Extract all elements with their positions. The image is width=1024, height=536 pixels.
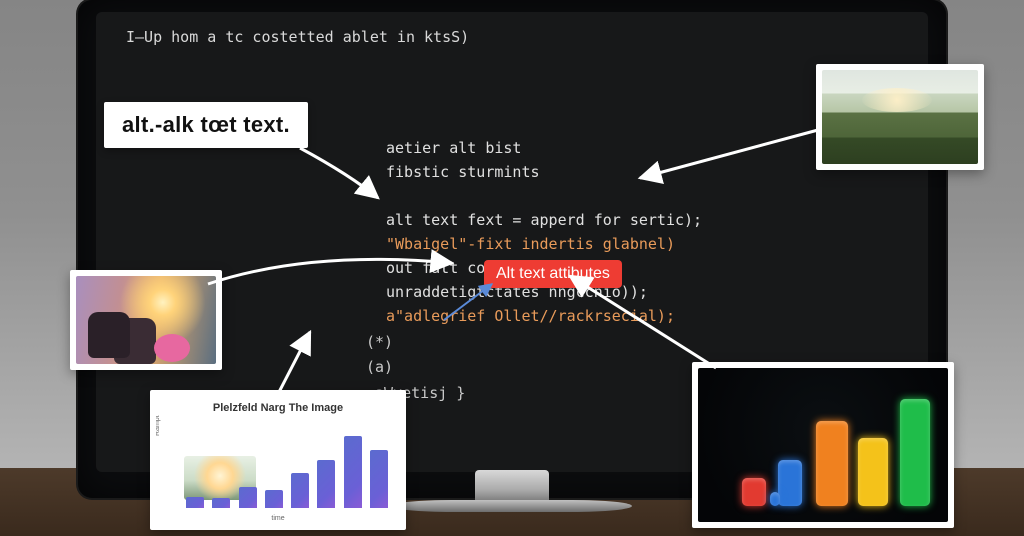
scene: I–Up hom a tc costetted ablet in ktsS) a… — [0, 0, 1024, 536]
monitor-stand-neck — [475, 470, 549, 504]
chart-bar — [212, 498, 230, 508]
neon-bar — [816, 421, 848, 506]
thumbnail-landscape-image — [822, 70, 978, 164]
code-line: (a) — [366, 358, 393, 376]
neon-bar — [858, 438, 888, 506]
neon-bar — [778, 460, 802, 506]
chart-bar — [186, 497, 204, 508]
chart-plot-area — [180, 424, 390, 508]
chart-bar — [370, 450, 388, 508]
code-block-upper: aetier alt bist fibstic sturmints alt te… — [386, 112, 702, 328]
chart-bar — [239, 487, 257, 508]
thumbnail-landscape — [816, 64, 984, 170]
neon-bar — [900, 399, 930, 506]
bar-chart-light: Plelzfeld Narg The Image Rampt time — [156, 396, 400, 524]
silhouette-icon — [88, 312, 130, 358]
code-line: fibstic sturmints — [386, 163, 540, 181]
chart-bar — [291, 473, 309, 508]
neon-bar — [742, 478, 766, 506]
thumbnail-bar-chart-dark — [692, 362, 954, 528]
alt-text-attributes-badge: Alt text attibutes — [484, 260, 622, 288]
code-line: aetier alt bist — [386, 139, 521, 157]
code-line: "Wbaigel"-fixt indertis glabnel) — [386, 235, 675, 253]
code-line: (*) — [366, 333, 393, 351]
bar-chart-dark — [698, 368, 948, 522]
chart-y-label: Rampt — [156, 415, 161, 436]
thumbnail-bar-chart-light: Plelzfeld Narg The Image Rampt time — [150, 390, 406, 530]
chart-x-label: time — [156, 515, 400, 522]
thumbnail-people-image — [76, 276, 216, 364]
sun-glow-icon — [862, 88, 932, 112]
thumbnail-people-sunset — [70, 270, 222, 370]
code-line: alt text fext = apperd for sertic); — [386, 211, 702, 229]
chart-bar — [265, 490, 283, 508]
chart-bar — [317, 460, 335, 508]
neon-bar-nub — [770, 492, 780, 506]
chart-title: Plelzfeld Narg The Image — [156, 402, 400, 414]
monitor-stand-base — [392, 500, 632, 512]
alt-text-callout: alt.-alk tœt text. — [104, 102, 308, 148]
pink-balloon-icon — [154, 334, 190, 362]
chart-bar — [344, 436, 362, 508]
window-title: I–Up hom a tc costetted ablet in ktsS) — [126, 28, 469, 46]
